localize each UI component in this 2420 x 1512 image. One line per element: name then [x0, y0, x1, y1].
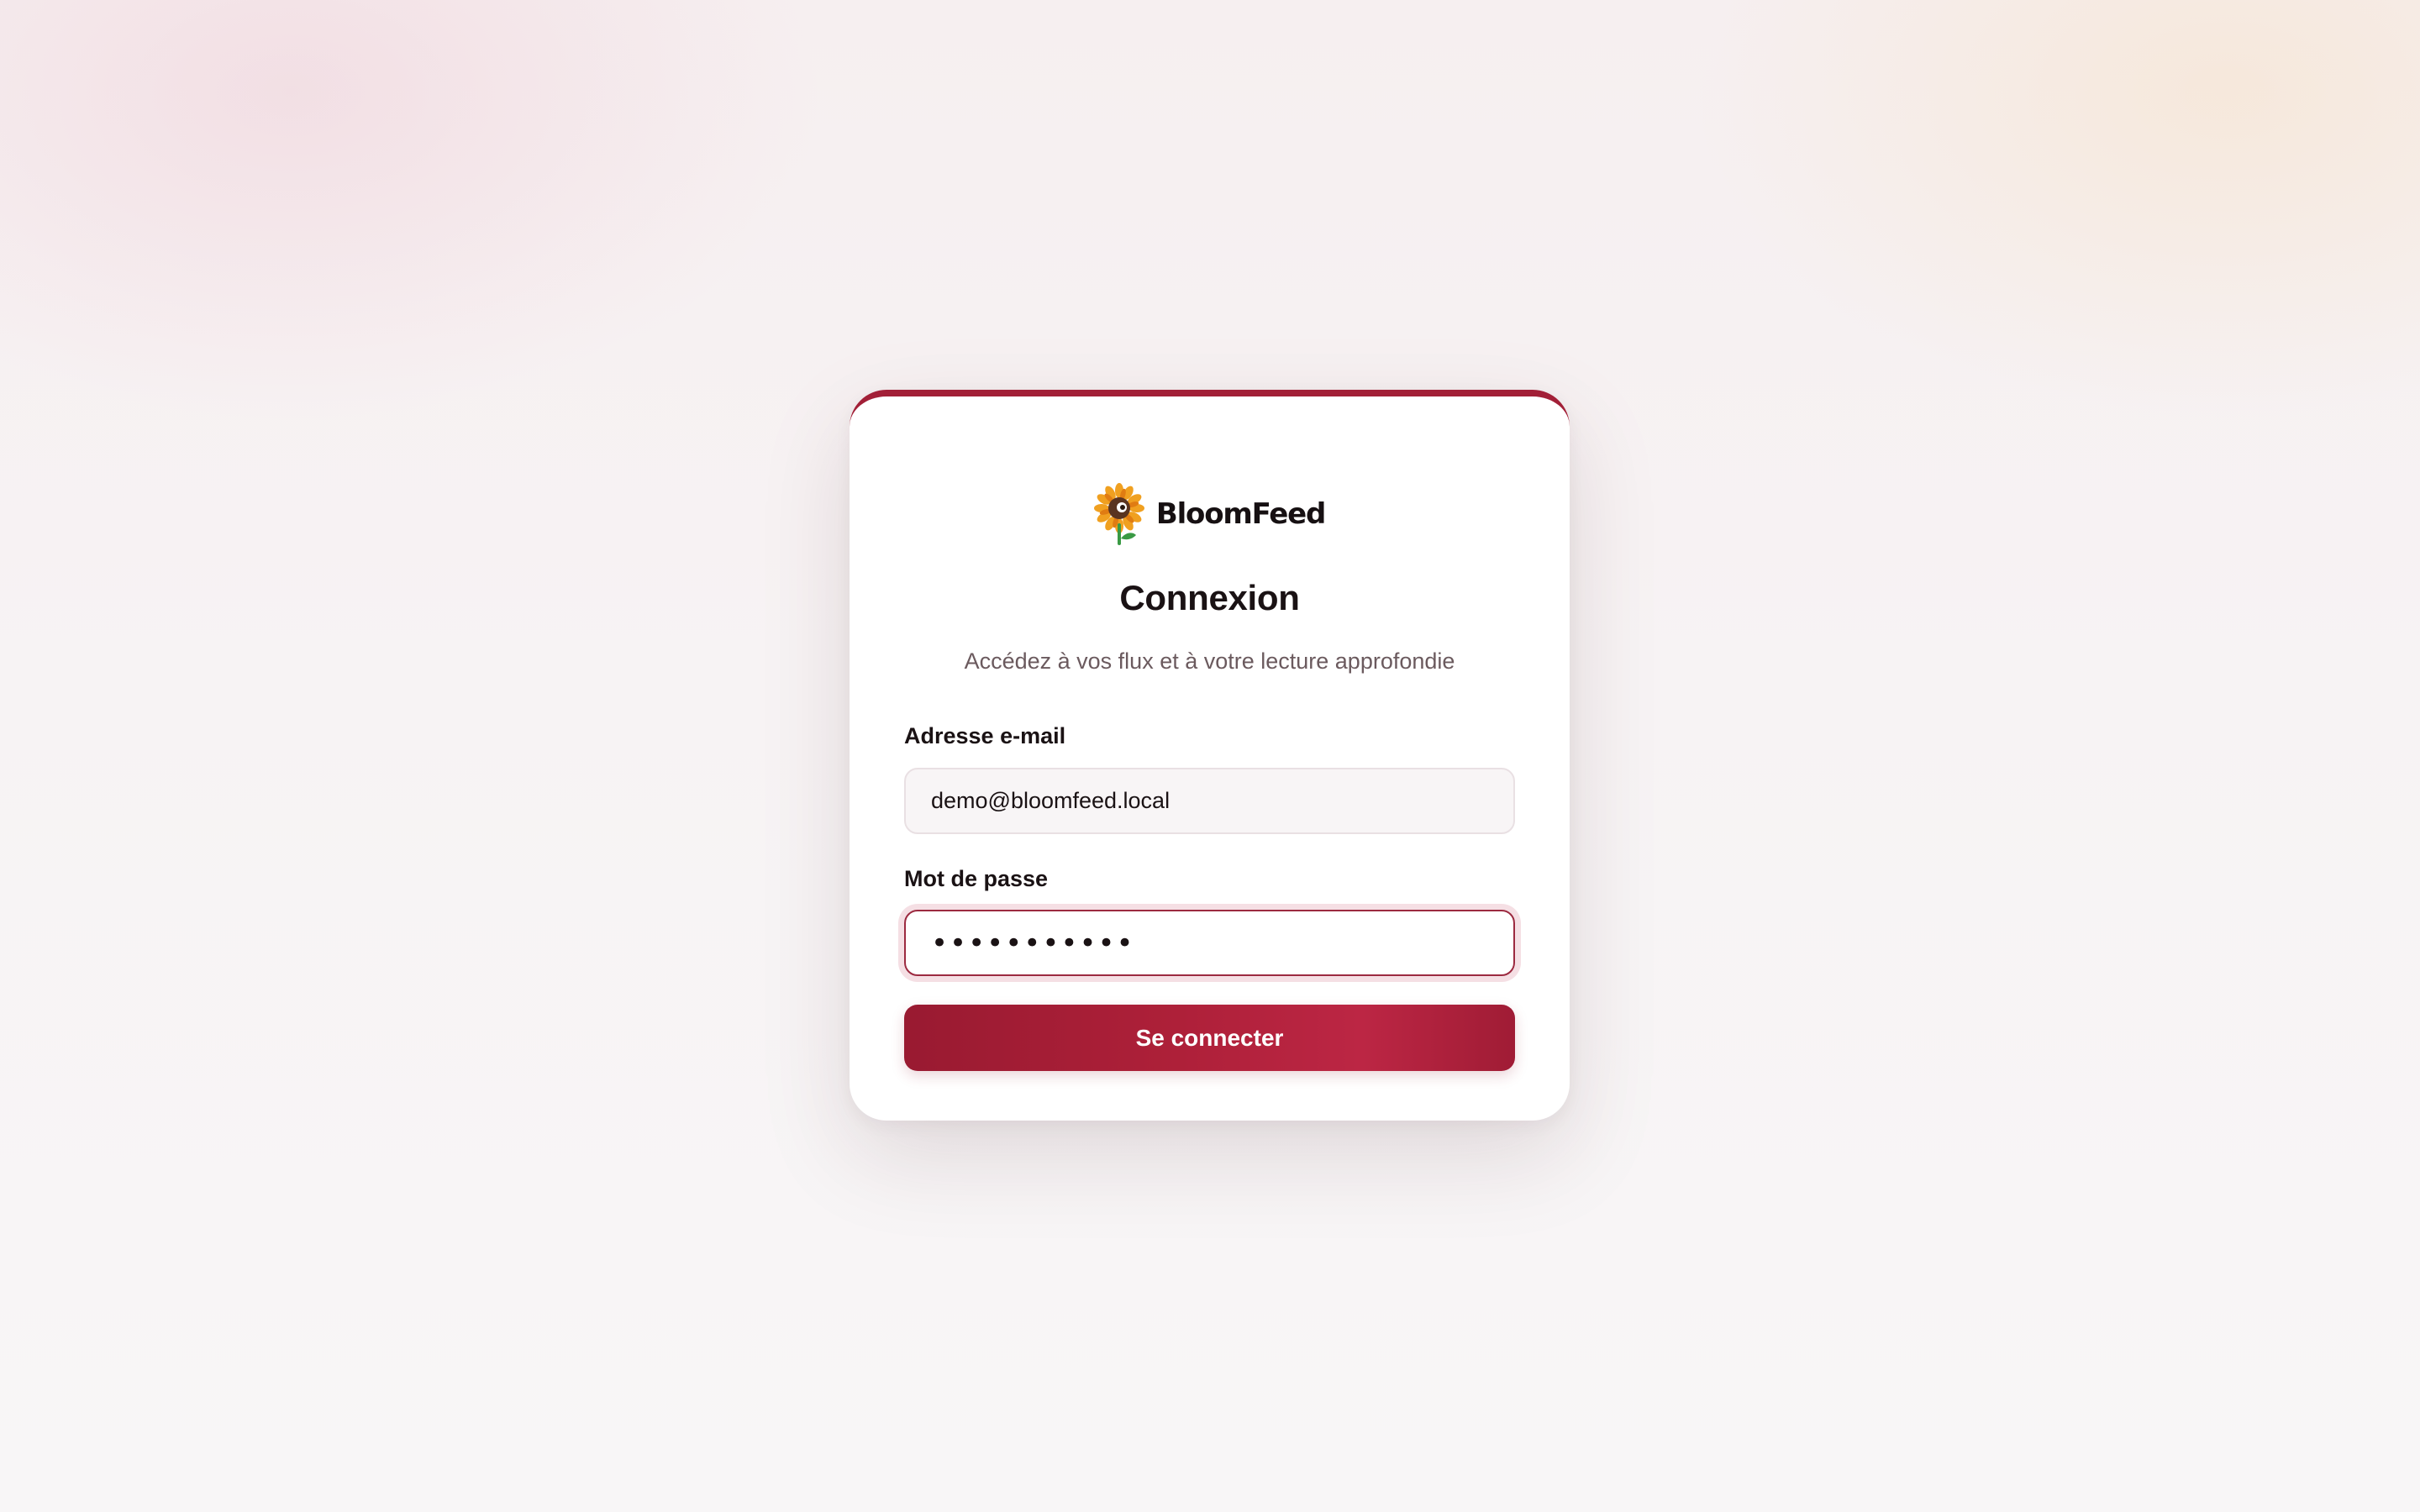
- sunflower-icon: [1093, 483, 1144, 545]
- brand-logo: BloomFeed: [850, 480, 1570, 548]
- login-button[interactable]: Se connecter: [904, 1005, 1515, 1071]
- login-button-label: Se connecter: [1135, 1024, 1284, 1051]
- password-field[interactable]: •••••••••••: [904, 910, 1515, 976]
- email-field[interactable]: demo@bloomfeed.local: [904, 768, 1515, 834]
- password-label: Mot de passe: [904, 866, 1049, 891]
- password-value: •••••••••••: [931, 926, 1135, 960]
- brand-name: BloomFeed: [1155, 497, 1326, 531]
- page-title: Connexion: [1119, 578, 1300, 617]
- login-card: BloomFeed Connexion Accédez à vos flux e…: [850, 390, 1570, 1121]
- email-value: demo@bloomfeed.local: [931, 788, 1171, 813]
- page-subtitle: Accédez à vos flux et à votre lecture ap…: [964, 648, 1455, 674]
- email-label: Adresse e-mail: [904, 723, 1066, 748]
